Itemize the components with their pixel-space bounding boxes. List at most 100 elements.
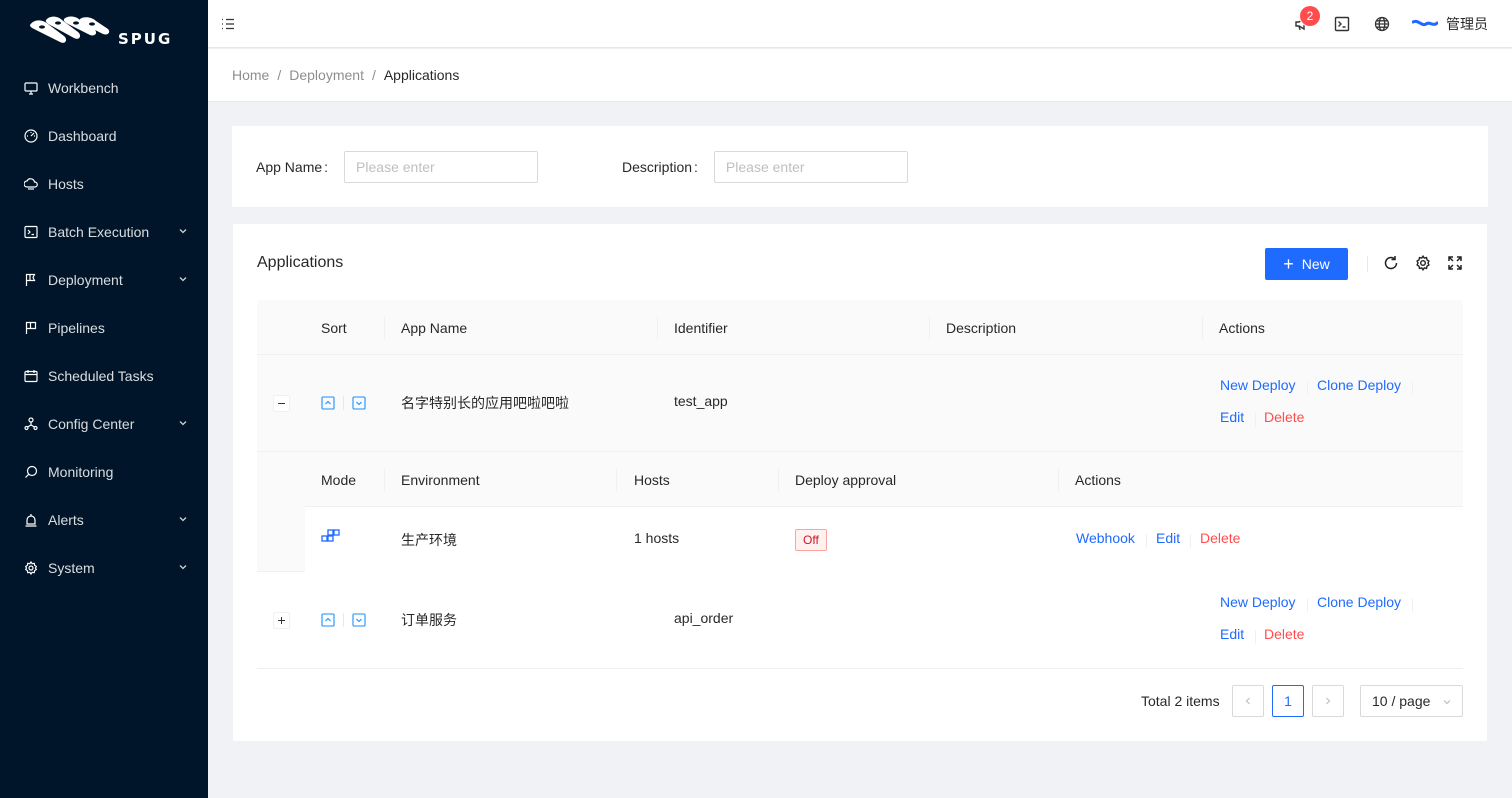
sidebar-menu: Workbench Dashboard Hosts Batch Executio… [0,64,208,592]
column-header-app-name: App Name [401,319,468,336]
sidebar-item-label: Config Center [48,416,135,432]
plus-icon [278,617,285,624]
column-header-mode: Mode [321,471,357,488]
clone-deploy-link[interactable]: Clone Deploy [1317,594,1401,610]
breadcrumb-deployment[interactable]: Deployment [289,67,364,83]
sidebar-item-label: Monitoring [48,464,114,480]
description-input[interactable] [713,151,908,183]
sidebar-item-config-center[interactable]: Config Center [0,400,208,448]
sidebar-item-pipelines[interactable]: Pipelines [0,304,208,352]
sidebar-item-monitoring[interactable]: Monitoring [0,448,208,496]
move-down-icon[interactable] [352,613,366,627]
column-header-deploy-approval: Deploy approval [795,471,897,488]
plus-icon: + [1283,254,1294,274]
page-1-button[interactable]: 1 [1272,685,1304,717]
sidebar-item-system[interactable]: System [0,544,208,592]
sidebar-item-label: Scheduled Tasks [48,368,154,384]
spug-logo-icon [30,16,110,43]
page-size-value: 10 / page [1372,693,1431,709]
app-name-cell: 订单服务 [401,612,457,628]
setting-icon [1416,255,1430,271]
search-card: App Name : Description : [232,126,1488,207]
chevron-down-icon [179,229,187,234]
identifier-cell: test_app [674,393,728,409]
chevron-down-icon [1443,700,1451,705]
column-header-description: Description [946,319,1017,336]
web-terminal-button[interactable] [1332,0,1352,48]
sidebar-item-dashboard[interactable]: Dashboard [0,112,208,160]
logo[interactable]: SPUG [0,0,208,64]
sidebar-item-label: Pipelines [48,320,105,336]
sidebar-item-deployment[interactable]: Deployment [0,256,208,304]
reload-button[interactable] [1382,254,1400,272]
sidebar-item-label: Deployment [48,272,123,288]
sub-table-header: Mode Environment Hosts Deploy approval A… [305,452,1463,507]
app-name-input[interactable] [344,151,539,183]
description-label: Description [622,159,693,175]
sidebar-item-hosts[interactable]: Hosts [0,160,208,208]
delete-app-link[interactable]: Delete [1264,626,1304,642]
notification-badge: 2 [1300,6,1320,26]
new-app-button[interactable]: + New [1265,248,1348,280]
column-header-identifier: Identifier [674,319,728,336]
globe-icon [1374,16,1390,32]
approval-status-badge: Off [795,529,827,551]
new-deploy-link[interactable]: New Deploy [1220,377,1295,393]
menu-fold-icon [222,18,234,30]
delete-env-link[interactable]: Delete [1200,530,1240,546]
minus-icon [278,403,285,404]
move-up-icon[interactable] [321,613,335,627]
sidebar-item-scheduled-tasks[interactable]: Scheduled Tasks [0,352,208,400]
chevron-down-icon [179,565,187,570]
edit-env-link[interactable]: Edit [1156,530,1180,546]
edit-app-link[interactable]: Edit [1220,409,1244,425]
flag-icon [24,273,38,287]
language-button[interactable] [1372,0,1392,48]
description-filter: Description : [622,151,908,183]
column-header-sort: Sort [321,319,347,336]
page-size-select[interactable]: 10 / page [1360,685,1463,717]
delete-app-link[interactable]: Delete [1264,409,1304,425]
table-row: 名字特别长的应用吧啦吧啦 test_app New Deploy Clone D… [257,355,1463,452]
sidebar: SPUG Workbench Dashboard Hosts Batch Exe… [0,0,208,798]
sidebar-item-label: Dashboard [48,128,117,144]
sidebar-item-label: Hosts [48,176,84,192]
column-header-sub-actions: Actions [1075,471,1121,488]
breadcrumb-separator: / [371,67,376,83]
brand-name: SPUG [118,30,173,48]
prev-page-button[interactable] [1232,685,1264,717]
move-down-icon[interactable] [352,396,366,410]
webhook-link[interactable]: Webhook [1076,530,1135,546]
table-row: 订单服务 api_order New Deploy Clone Deploy E… [257,572,1463,669]
alert-icon [24,513,38,527]
column-header-hosts: Hosts [634,471,670,488]
user-name: 管理员 [1446,16,1488,32]
sidebar-item-label: Alerts [48,512,84,528]
deployment-unit-icon [24,417,38,431]
breadcrumb-home[interactable]: Home [232,67,269,83]
chevron-down-icon [179,421,187,426]
expand-row-button[interactable] [273,612,290,629]
next-page-button[interactable] [1312,685,1344,717]
breadcrumb-separator: / [277,67,282,83]
new-deploy-link[interactable]: New Deploy [1220,594,1295,610]
column-settings-button[interactable] [1414,254,1432,272]
menu-fold-button[interactable] [220,0,236,48]
cloud-server-icon [24,177,38,191]
sidebar-item-alerts[interactable]: Alerts [0,496,208,544]
expanded-row: Mode Environment Hosts Deploy approval A… [257,452,1463,572]
reload-icon [1384,256,1398,270]
sidebar-item-batch-execution[interactable]: Batch Execution [0,208,208,256]
chevron-down-icon [179,277,187,282]
user-menu[interactable]: 管理员 [1412,0,1494,48]
dashboard-icon [24,129,38,143]
edit-app-link[interactable]: Edit [1220,626,1244,642]
fullscreen-button[interactable] [1446,254,1464,272]
schedule-icon [24,369,38,383]
avatar [1412,19,1438,27]
collapse-row-button[interactable] [273,395,290,412]
clone-deploy-link[interactable]: Clone Deploy [1317,377,1401,393]
move-up-icon[interactable] [321,396,335,410]
sidebar-item-workbench[interactable]: Workbench [0,64,208,112]
pipeline-icon [24,321,38,335]
